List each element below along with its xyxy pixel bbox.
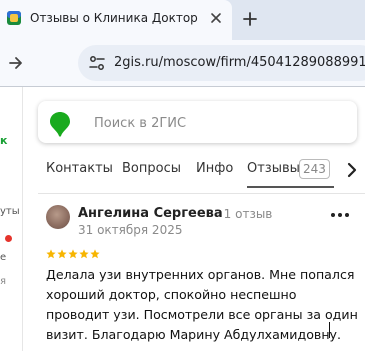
search-input[interactable] <box>92 109 346 137</box>
2gis-pin-icon <box>50 112 70 137</box>
review-count-text: 1 отзыв <box>223 207 273 221</box>
browser-tab[interactable]: Отзывы о Клиника Доктора Н <box>0 0 232 40</box>
close-icon[interactable] <box>206 8 226 28</box>
reviews-count-badge: 243 <box>299 159 330 179</box>
tab-title: Отзывы о Клиника Доктора Н <box>30 11 198 25</box>
star-icon <box>90 249 100 259</box>
left-panel-snippet: к <box>0 134 8 147</box>
separator-dot: · <box>216 207 220 221</box>
star-icon <box>46 249 56 259</box>
author-review-count: · 1 отзыв <box>216 207 272 221</box>
active-tab-indicator <box>247 186 334 188</box>
browser-toolbar: 2gis.ru/moscow/firm/4504128908899193 <box>0 40 365 86</box>
star-icon <box>68 249 78 259</box>
tab-questions[interactable]: Вопросы <box>122 161 181 176</box>
tab-reviews[interactable]: Отзывы <box>247 161 300 176</box>
tab-info[interactable]: Инфо <box>196 161 233 176</box>
left-panel <box>0 87 23 351</box>
toolbar-divider <box>0 86 365 87</box>
browser-tabstrip: Отзывы о Клиника Доктора Н <box>0 0 365 40</box>
review-date: 31 октября 2025 <box>78 223 183 237</box>
left-panel-snippet: е <box>0 252 7 263</box>
plus-icon[interactable] <box>240 9 260 29</box>
rating-stars <box>46 249 100 259</box>
review-text: Делала узи внутренних органов. Мне попал… <box>46 267 358 342</box>
arrow-right-icon[interactable] <box>6 53 26 73</box>
url-text: 2gis.ru/moscow/firm/4504128908899193 <box>114 55 365 70</box>
star-icon <box>79 249 89 259</box>
avatar[interactable] <box>46 205 70 229</box>
left-panel-snippet: уты <box>0 206 20 217</box>
search-box <box>38 101 357 143</box>
tune-icon[interactable] <box>88 54 106 72</box>
status-dot <box>5 235 12 242</box>
left-panel-snippet: я <box>0 276 7 287</box>
address-bar[interactable]: 2gis.ru/moscow/firm/4504128908899193 <box>78 45 365 81</box>
2gis-favicon-icon <box>7 11 21 25</box>
more-horizontal-icon[interactable] <box>329 208 351 222</box>
place-tabs: Контакты Вопросы Инфо Отзывы 243 <box>38 152 365 188</box>
tabs-divider <box>38 193 365 194</box>
tab-contacts[interactable]: Контакты <box>46 161 113 176</box>
text-cursor <box>329 322 330 338</box>
chevron-right-icon[interactable] <box>344 160 360 180</box>
review-author[interactable]: Ангелина Сергеева <box>78 206 223 221</box>
star-icon <box>57 249 67 259</box>
